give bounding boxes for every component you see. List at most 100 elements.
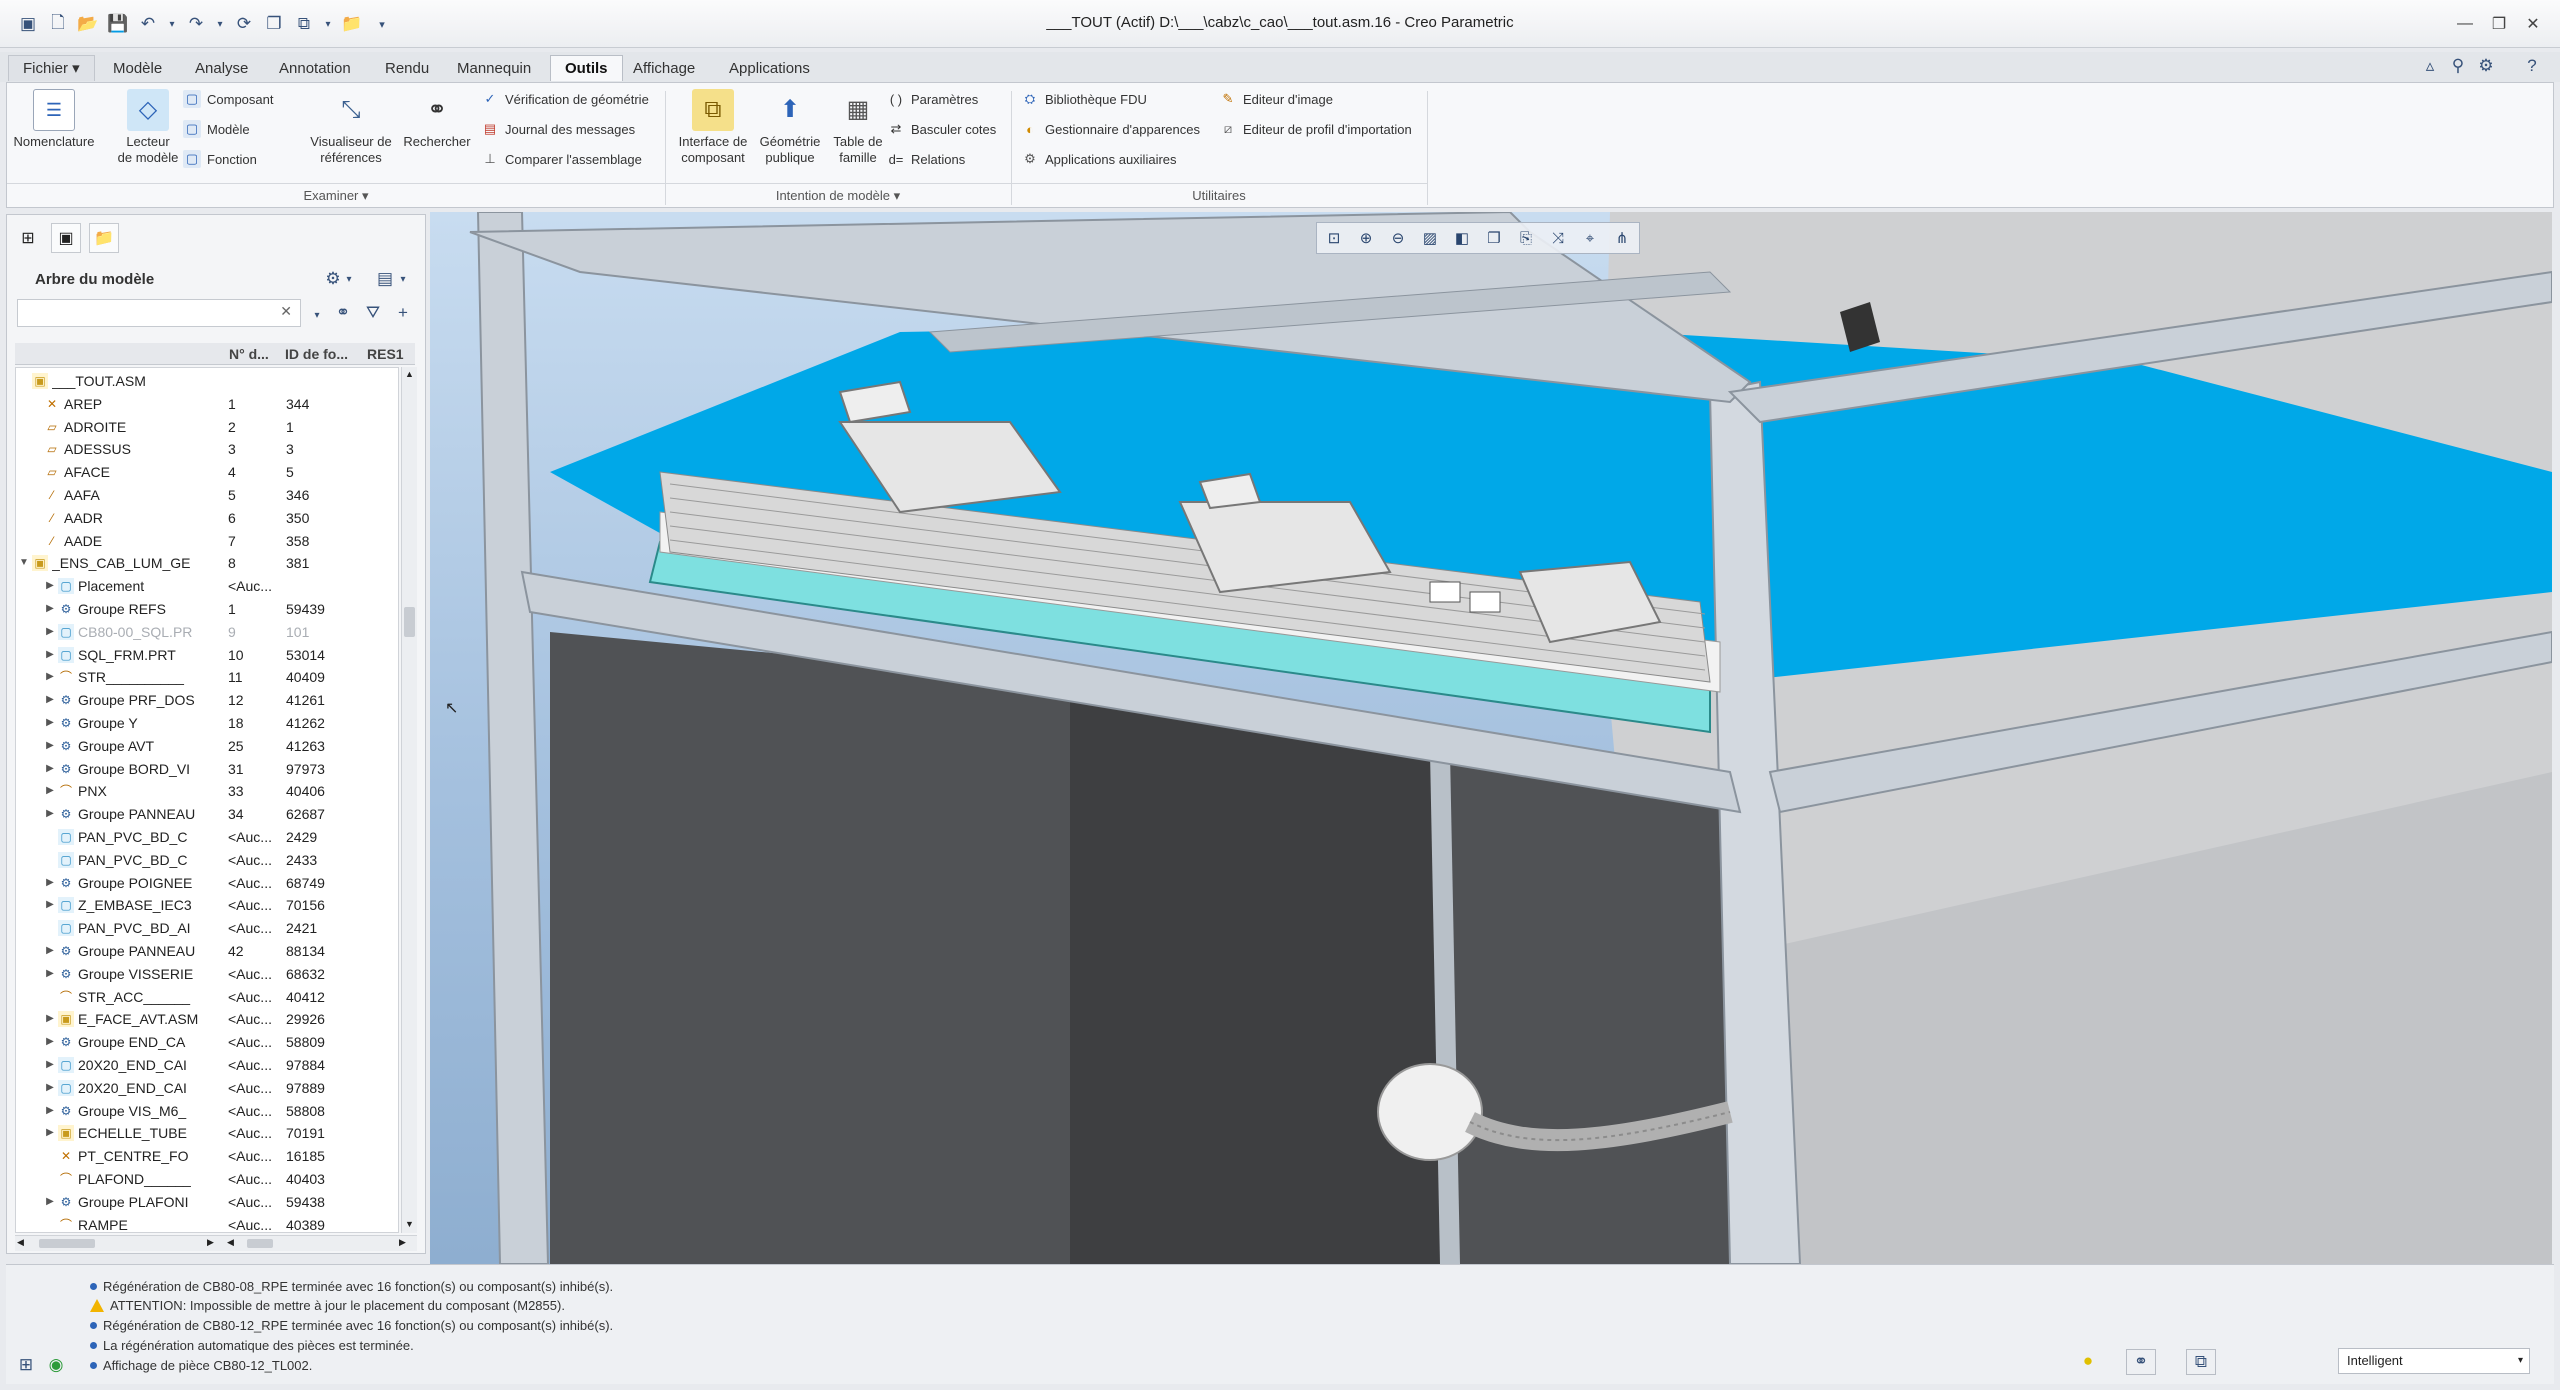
tab-file[interactable]: Fichier ▾ [8, 55, 95, 81]
tree-search-input[interactable]: ✕ [17, 299, 301, 327]
tree-hscroll-thumb-left[interactable] [39, 1239, 95, 1248]
cabinet-3d-model[interactable] [430, 212, 2552, 1264]
expand-icon[interactable]: ▶ [44, 689, 56, 711]
tree-row[interactable]: ✕ AREP 1 344 [16, 393, 398, 415]
perspective-icon[interactable]: ⤨ [1543, 225, 1573, 251]
expand-icon[interactable]: ▶ [44, 1077, 56, 1099]
tree-row[interactable]: ▱ AFACE 4 5 [16, 461, 398, 483]
annotation-display-icon[interactable]: ⋔ [1607, 225, 1637, 251]
saved-views-icon[interactable]: ❐ [1479, 225, 1509, 251]
tree-row[interactable]: ▱ ADROITE 2 1 [16, 416, 398, 438]
expand-icon[interactable]: ▶ [44, 598, 56, 620]
expand-icon[interactable]: ▶ [44, 963, 56, 985]
relations-button[interactable]: d= Relations [887, 147, 966, 171]
tree-filter-icon[interactable]: ⛛ [361, 301, 385, 325]
tree-row[interactable]: ▶ ⚙ Groupe AVT 25 41263 [16, 735, 398, 757]
tree-row[interactable]: ▶ ⚙ Groupe END_CA <Auc... 58809 [16, 1031, 398, 1053]
tree-row[interactable]: ✕ PT_CENTRE_FO <Auc... 16185 [16, 1145, 398, 1167]
display-style-icon[interactable]: ◧ [1447, 225, 1477, 251]
select-box-icon[interactable]: ⧉ [2186, 1349, 2216, 1375]
tree-row[interactable]: ⁄ AADE 7 358 [16, 530, 398, 552]
tree-row[interactable]: ▶ ⚙ Groupe REFS 1 59439 [16, 598, 398, 620]
minimize-icon[interactable]: — [2448, 12, 2482, 36]
family-table-button[interactable]: ▦ Table de famille [823, 89, 893, 166]
geometry-check-button[interactable]: ✓ Vérification de géométrie [481, 87, 649, 111]
expand-icon[interactable]: ▶ [44, 1191, 56, 1213]
tree-row[interactable]: ▼ ▣ _ENS_CAB_LUM_GE 8 381 [16, 552, 398, 574]
publish-geometry-button[interactable]: ⬆ Géométrie publique [755, 89, 825, 166]
tree-vertical-scrollbar[interactable]: ▲ ▼ [401, 367, 417, 1233]
tab-view[interactable]: Affichage [618, 55, 710, 81]
scroll-right-icon-2[interactable]: ▶ [399, 1237, 406, 1248]
tab-manikin[interactable]: Mannequin [442, 55, 546, 81]
scroll-down-icon[interactable]: ▼ [404, 1219, 415, 1231]
tree-row[interactable]: ▱ ADESSUS 3 3 [16, 438, 398, 460]
auxiliary-apps-button[interactable]: ⚙ Applications auxiliaires [1021, 147, 1176, 171]
model-info-button[interactable]: ▢ Modèle [183, 117, 250, 141]
tree-row[interactable]: ▶ ⚙ Groupe PLAFONI <Auc... 59438 [16, 1191, 398, 1213]
tab-render[interactable]: Rendu [370, 55, 444, 81]
tree-row[interactable]: ▶ ▢ 20X20_END_CAI <Auc... 97889 [16, 1077, 398, 1099]
column-feature-number[interactable]: N° d... [229, 346, 269, 362]
scroll-left-icon[interactable]: ◀ [17, 1237, 24, 1248]
folder-browser-tab-icon[interactable]: 📁 [89, 223, 119, 253]
tree-row[interactable]: ▶ ▢ 20X20_END_CAI <Auc... 97884 [16, 1054, 398, 1076]
scroll-right-icon-1[interactable]: ▶ [207, 1237, 214, 1248]
tab-model[interactable]: Modèle [98, 55, 177, 81]
add-column-icon[interactable]: + [391, 301, 415, 325]
tree-row[interactable]: ▣ ___TOUT.ASM [16, 370, 398, 392]
filter-dropdown-icon[interactable]: ▾ [2518, 1349, 2523, 1373]
tab-tools[interactable]: Outils [550, 55, 623, 81]
expand-icon[interactable]: ▶ [44, 1122, 56, 1144]
tree-row[interactable]: ▶ ⚙ Groupe POIGNEE <Auc... 68749 [16, 872, 398, 894]
close-icon[interactable]: ✕ [2516, 12, 2550, 36]
tree-row[interactable]: ▶ ⚙ Groupe VIS_M6_ <Auc... 58808 [16, 1100, 398, 1122]
settings-icon[interactable]: ⚙ [2474, 54, 2498, 78]
search-tool-button[interactable]: ⚭ Rechercher [399, 89, 475, 150]
component-interface-button[interactable]: ⧉ Interface de composant [673, 89, 753, 166]
tree-settings-icon[interactable]: ⚙ [321, 267, 345, 291]
tree-show-dropdown-icon[interactable]: ▾ [397, 267, 409, 291]
tree-row[interactable]: ⌒ PLAFOND______ <Auc... 40403 [16, 1168, 398, 1190]
tree-row[interactable]: ▶ ⚙ Groupe BORD_VI 31 97973 [16, 758, 398, 780]
column-feature-id[interactable]: ID de fo... [285, 346, 348, 362]
tab-analysis[interactable]: Analyse [180, 55, 263, 81]
tree-scroll-thumb[interactable] [404, 607, 415, 637]
expand-icon[interactable]: ▶ [44, 666, 56, 688]
help-icon[interactable]: ? [2520, 54, 2544, 78]
model-tree-tab-icon[interactable]: ⊞ [13, 223, 43, 253]
expand-icon[interactable]: ▶ [44, 758, 56, 780]
expand-icon[interactable]: ▶ [44, 621, 56, 643]
compare-assembly-button[interactable]: ⊥ Comparer l'assemblage [481, 147, 642, 171]
tree-row[interactable]: ⌒ RAMPE________ <Auc... 40389 [16, 1214, 398, 1232]
tree-row[interactable]: ▶ ▢ CB80-00_SQL.PR 9 101 [16, 621, 398, 643]
tree-hscroll-thumb-right[interactable] [247, 1239, 273, 1248]
zoom-in-icon[interactable]: ⊕ [1351, 225, 1381, 251]
tree-row[interactable]: ▶ ⌒ STR__________ 11 40409 [16, 666, 398, 688]
component-info-button[interactable]: ▢ Composant [183, 87, 273, 111]
model-player-button[interactable]: ◇ Lecteur de modèle [113, 89, 183, 166]
expand-icon[interactable]: ▶ [44, 575, 56, 597]
datum-display-icon[interactable]: ⌖ [1575, 225, 1605, 251]
tree-row[interactable]: ▶ ▢ Placement <Auc... [16, 575, 398, 597]
selection-filter-select[interactable]: Intelligent ▾ [2338, 1348, 2530, 1374]
tree-row[interactable]: ▶ ⚙ Groupe PANNEAU 42 88134 [16, 940, 398, 962]
maximize-icon[interactable]: ❐ [2482, 12, 2516, 36]
collapse-icon[interactable]: ▼ [18, 552, 30, 574]
tree-row[interactable]: ▢ PAN_PVC_BD_C <Auc... 2429 [16, 826, 398, 848]
browser-toggle-icon[interactable]: ◉ [44, 1353, 68, 1377]
tree-row[interactable]: ▶ ⚙ Groupe VISSERIE <Auc... 68632 [16, 963, 398, 985]
clear-search-icon[interactable]: ✕ [280, 303, 292, 320]
appearance-manager-button[interactable]: ◐ Gestionnaire d'apparences [1021, 117, 1200, 141]
group-investigate[interactable]: Examiner ▾ [7, 183, 665, 207]
tree-row[interactable]: ⁄ AAFA 5 346 [16, 484, 398, 506]
tree-row[interactable]: ▶ ▢ SQL_FRM.PRT 10 53014 [16, 644, 398, 666]
search-icon[interactable]: ⚲ [2446, 54, 2470, 78]
search-dropdown-icon[interactable]: ▾ [311, 303, 323, 327]
tab-annotation[interactable]: Annotation [264, 55, 366, 81]
tab-applications[interactable]: Applications [714, 55, 825, 81]
find-icon[interactable]: ⚭ [2126, 1349, 2156, 1375]
tree-row[interactable]: ⁄ AADR 6 350 [16, 507, 398, 529]
expand-icon[interactable]: ▶ [44, 644, 56, 666]
expand-icon[interactable]: ▶ [44, 1100, 56, 1122]
